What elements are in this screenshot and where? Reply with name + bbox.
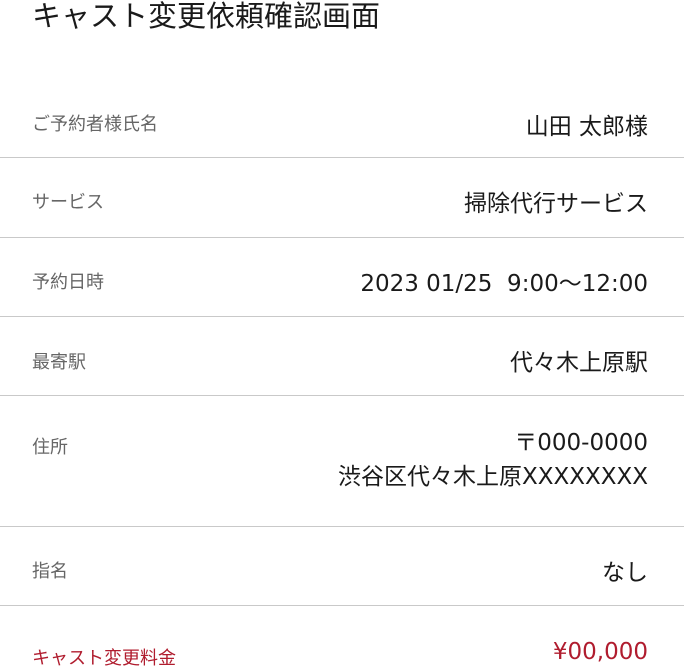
cast-change-fee-label: キャスト変更料金 bbox=[32, 648, 176, 669]
service-label: サービス bbox=[32, 192, 104, 213]
station-label: 最寄駅 bbox=[32, 352, 86, 373]
detail-row-datetime: 予約日時 2023 01/25 9:00〜12:00 bbox=[0, 238, 684, 317]
detail-row-cast-change-fee: キャスト変更料金 ¥00,000 bbox=[0, 606, 684, 669]
nomination-label: 指名 bbox=[32, 561, 68, 582]
datetime-value: 2023 01/25 9:00〜12:00 bbox=[360, 271, 648, 297]
address-label: 住所 bbox=[32, 437, 68, 458]
page-title: キャスト変更依頼確認画面 bbox=[32, 0, 381, 33]
detail-row-address: 住所 〒000-0000 渋谷区代々木上原XXXXXXXX bbox=[0, 396, 684, 527]
booking-details-list: ご予約者様氏名 山田 太郎様 サービス 掃除代行サービス 予約日時 2023 0… bbox=[0, 81, 684, 669]
detail-row-station: 最寄駅 代々木上原駅 bbox=[0, 317, 684, 396]
customer-name-value: 山田 太郎様 bbox=[525, 114, 648, 140]
detail-row-service: サービス 掃除代行サービス bbox=[0, 158, 684, 238]
customer-name-label: ご予約者様氏名 bbox=[32, 114, 158, 135]
detail-row-nomination: 指名 なし bbox=[0, 527, 684, 606]
service-value: 掃除代行サービス bbox=[464, 191, 648, 217]
station-value: 代々木上原駅 bbox=[510, 350, 648, 376]
detail-row-customer-name: ご予約者様氏名 山田 太郎様 bbox=[0, 81, 684, 158]
address-value: 〒000-0000 渋谷区代々木上原XXXXXXXX bbox=[338, 426, 648, 494]
datetime-label: 予約日時 bbox=[32, 272, 104, 293]
nomination-value: なし bbox=[602, 560, 648, 586]
cast-change-fee-value: ¥00,000 bbox=[552, 639, 648, 665]
address-postal-code: 〒000-0000 bbox=[514, 430, 648, 456]
address-street: 渋谷区代々木上原XXXXXXXX bbox=[337, 464, 648, 490]
